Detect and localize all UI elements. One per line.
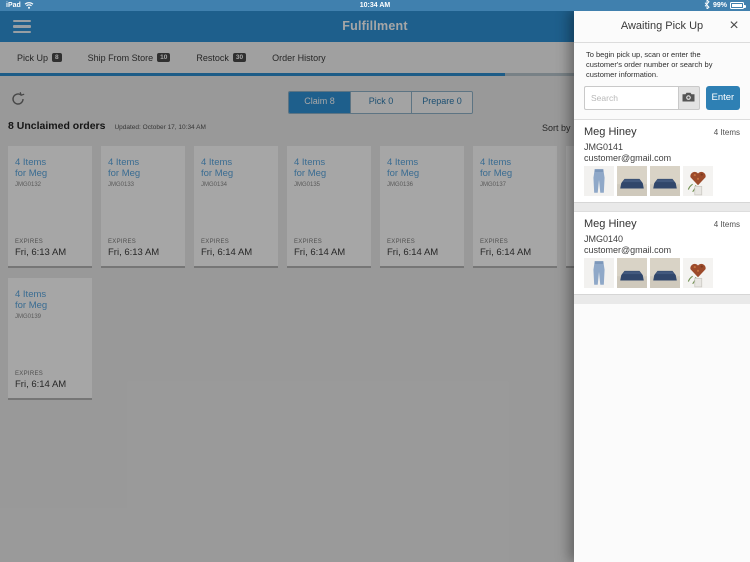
search-row: Enter bbox=[584, 85, 740, 110]
battery-icon bbox=[730, 2, 746, 9]
items-count: 4 Items bbox=[713, 219, 740, 229]
ipad-screen: iPad 10:34 AM 99% Fulfillment Pick Up 8 … bbox=[0, 0, 750, 562]
customer-card[interactable]: Meg Hiney 4 Items JMG0140 customer@gmail… bbox=[574, 210, 750, 295]
pickup-instructions: To begin pick up, scan or enter the cust… bbox=[586, 50, 713, 79]
camera-icon bbox=[682, 89, 695, 107]
status-time: 10:34 AM bbox=[359, 2, 391, 9]
camera-scan-button[interactable] bbox=[678, 85, 700, 110]
product-thumbnail-flower-heart-art bbox=[683, 165, 713, 196]
product-thumbnail-jeans bbox=[584, 165, 614, 196]
close-icon[interactable]: × bbox=[722, 10, 746, 43]
customer-email: customer@gmail.com bbox=[584, 152, 672, 163]
enter-button[interactable]: Enter bbox=[705, 85, 740, 110]
customer-name: Meg Hiney bbox=[584, 217, 637, 230]
product-thumbnail-flower-heart-art bbox=[683, 257, 713, 288]
product-thumbnail-pet-bed bbox=[617, 165, 647, 196]
product-thumbnail-pet-bed bbox=[650, 165, 680, 196]
product-thumbnail-pet-bed bbox=[650, 257, 680, 288]
status-bar: iPad 10:34 AM 99% bbox=[0, 0, 750, 11]
order-number: JMG0140 bbox=[584, 233, 624, 244]
product-thumbnail-pet-bed bbox=[617, 257, 647, 288]
items-count: 4 Items bbox=[713, 127, 740, 137]
customer-email: customer@gmail.com bbox=[584, 244, 672, 255]
awaiting-pickup-panel: Awaiting Pick Up × To begin pick up, sca… bbox=[574, 10, 750, 562]
awaiting-customers-list: Meg Hiney 4 Items JMG0141 customer@gmail… bbox=[574, 118, 750, 304]
product-thumbnail-jeans bbox=[584, 257, 614, 288]
panel-header: Awaiting Pick Up × bbox=[574, 10, 750, 43]
search-input[interactable] bbox=[584, 85, 678, 110]
customer-name: Meg Hiney bbox=[584, 125, 637, 138]
order-number: JMG0141 bbox=[584, 141, 624, 152]
customer-card[interactable]: Meg Hiney 4 Items JMG0141 customer@gmail… bbox=[574, 118, 750, 203]
